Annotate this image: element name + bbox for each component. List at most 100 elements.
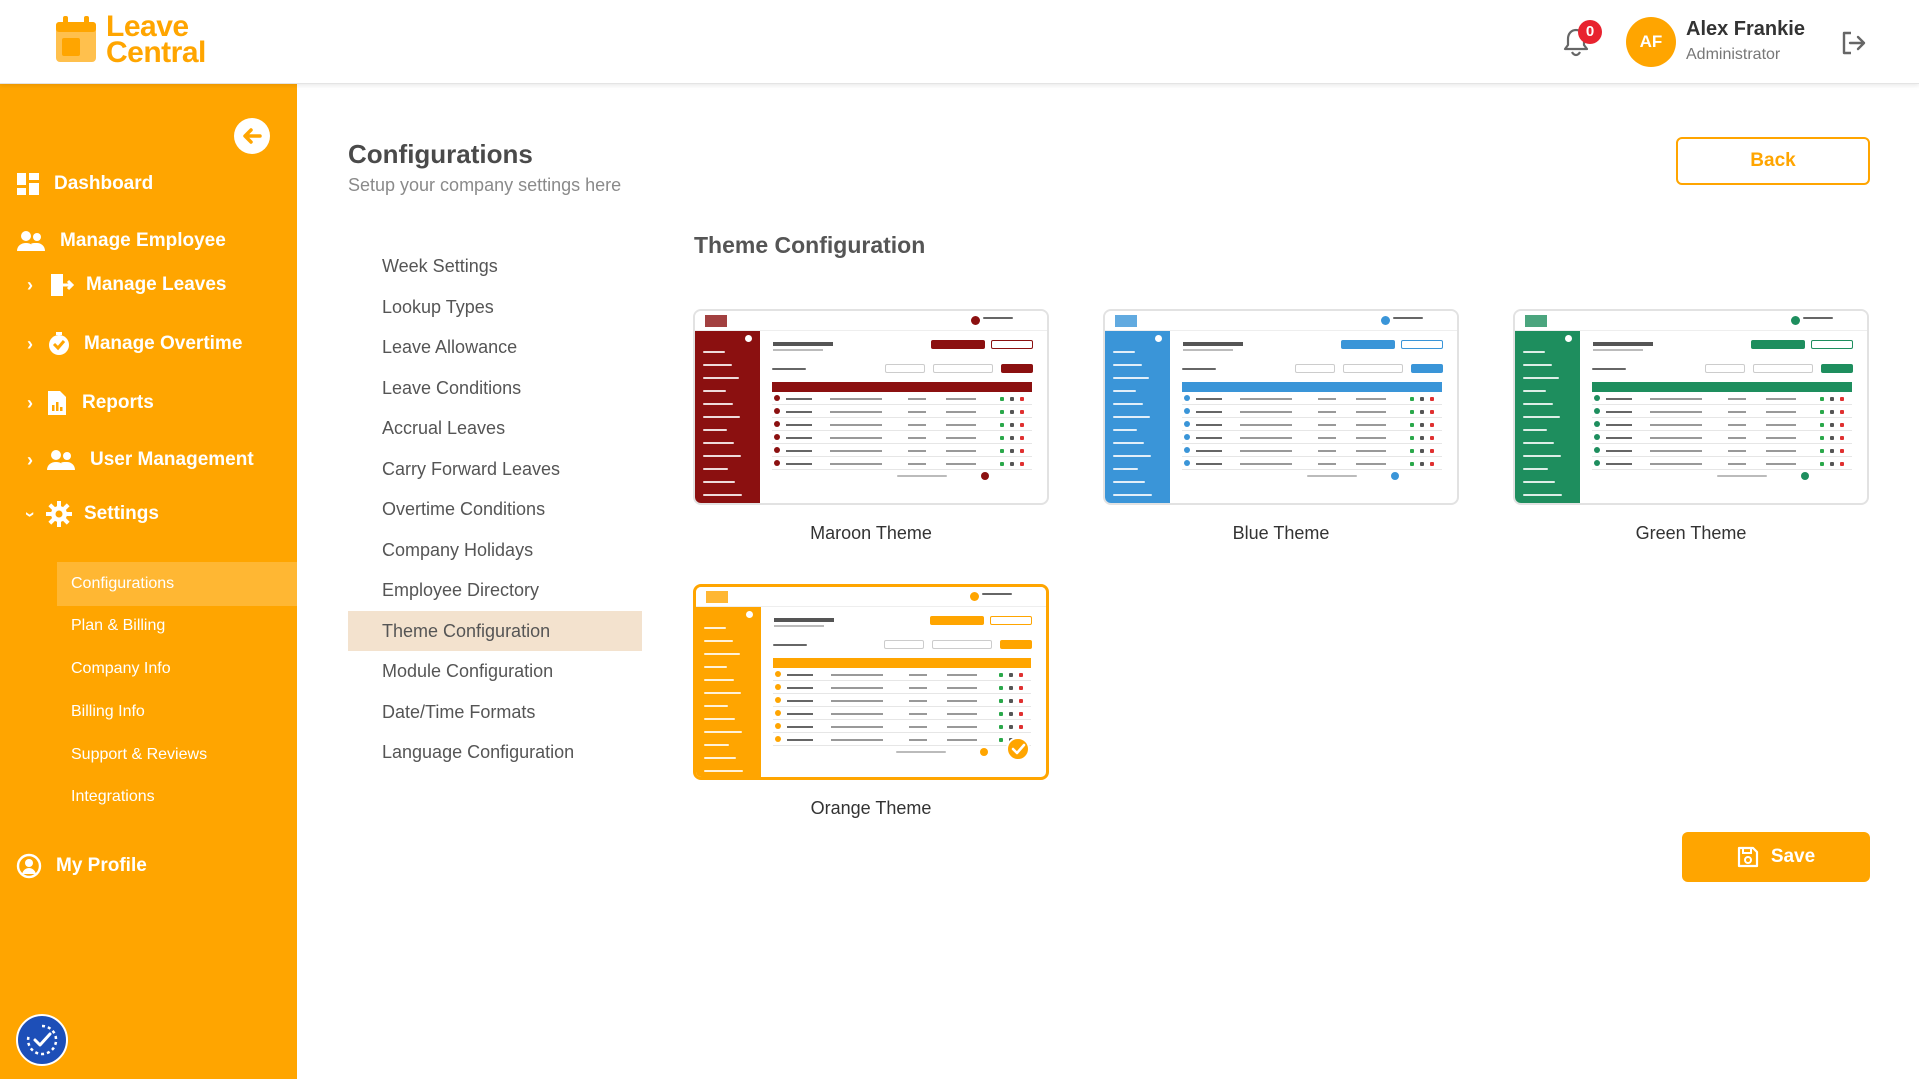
- sidebar-subitem-plan-billing[interactable]: Plan & Billing: [57, 604, 297, 648]
- preview-cell: [1766, 411, 1796, 413]
- sidebar-item-user-management[interactable]: › User Management: [0, 440, 254, 480]
- preview-filter: [1295, 364, 1335, 373]
- config-menu-accrual-leaves[interactable]: Accrual Leaves: [348, 408, 642, 448]
- config-menu-language-configuration[interactable]: Language Configuration: [348, 732, 642, 772]
- preview-all-employees: [1182, 368, 1216, 370]
- config-menu-carry-forward-leaves[interactable]: Carry Forward Leaves: [348, 449, 642, 489]
- preview-cell: [830, 424, 882, 426]
- preview-search: [932, 640, 992, 649]
- preview-nav-line: [1523, 481, 1555, 483]
- preview-subtitle: [1183, 349, 1233, 351]
- preview-edit-icon: [1830, 423, 1834, 427]
- preview-collapse: [746, 611, 753, 618]
- preview-row-avatar: [1184, 460, 1190, 466]
- sidebar-subitem-configurations[interactable]: Configurations: [57, 562, 297, 606]
- preview-edit-icon: [1420, 397, 1424, 401]
- sidebar-subitem-company-info[interactable]: Company Info: [57, 647, 297, 691]
- theme-card-maroon[interactable]: [693, 309, 1049, 505]
- preview-cell: [947, 700, 977, 702]
- config-menu-company-holidays[interactable]: Company Holidays: [348, 530, 642, 570]
- preview-avatar: [971, 316, 980, 325]
- chevron-right-icon: ›: [27, 392, 33, 413]
- theme-card-blue[interactable]: [1103, 309, 1459, 505]
- theme-card-green[interactable]: [1513, 309, 1869, 505]
- preview-nav-line: [1523, 429, 1547, 431]
- preview-cell: [787, 713, 813, 715]
- config-menu-leave-allowance[interactable]: Leave Allowance: [348, 327, 642, 367]
- preview-header: [696, 587, 1046, 607]
- preview-cell: [908, 424, 926, 426]
- preview-cell: [1356, 424, 1386, 426]
- preview-search-button: [1000, 640, 1032, 649]
- sidebar-subitem-billing-info[interactable]: Billing Info: [57, 690, 297, 734]
- preview-delete-icon: [1840, 410, 1844, 414]
- config-menu-theme-configuration[interactable]: Theme Configuration: [348, 611, 642, 651]
- config-menu-lookup-types[interactable]: Lookup Types: [348, 287, 642, 327]
- sidebar-subitem-support-reviews[interactable]: Support & Reviews: [57, 733, 297, 777]
- preview-nav-line: [1113, 455, 1151, 457]
- save-button-label: Save: [1770, 846, 1816, 867]
- preview-cell: [1766, 398, 1796, 400]
- preview-view-icon: [999, 712, 1003, 716]
- sidebar-item-reports[interactable]: › Reports: [0, 383, 154, 423]
- preview-cell: [1766, 450, 1796, 452]
- theme-card-orange[interactable]: [693, 584, 1049, 780]
- preview-nav-line: [1523, 403, 1553, 405]
- sidebar-item-my-profile[interactable]: My Profile: [16, 846, 147, 886]
- preview-cell: [946, 411, 976, 413]
- preview-table-row: [1592, 393, 1852, 405]
- preview-row-avatar: [774, 460, 780, 466]
- app-logo[interactable]: Leave Central: [54, 12, 206, 68]
- sidebar-item-settings[interactable]: › Settings: [0, 494, 159, 534]
- leave-icon: [51, 274, 74, 296]
- report-icon: [48, 391, 66, 415]
- preview-delete-icon: [1430, 436, 1434, 440]
- preview-cell: [1766, 463, 1796, 465]
- preview-delete-icon: [1430, 462, 1434, 466]
- config-menu-employee-directory[interactable]: Employee Directory: [348, 570, 642, 610]
- sidebar-item-dashboard[interactable]: Dashboard: [16, 164, 153, 204]
- preview-edit-icon: [1009, 725, 1013, 729]
- preview-edit-icon: [1010, 436, 1014, 440]
- preview-page-dot: [1801, 472, 1809, 480]
- config-menu-module-configuration[interactable]: Module Configuration: [348, 651, 642, 691]
- sidebar-item-label: User Management: [90, 449, 254, 470]
- sidebar-item-label: Manage Employee: [60, 230, 226, 251]
- sidebar-item-manage-leaves[interactable]: › Manage Leaves: [0, 265, 226, 305]
- help-button[interactable]: [16, 1014, 68, 1066]
- preview-nav-line: [1113, 351, 1135, 353]
- sidebar-subitem-integrations[interactable]: Integrations: [57, 775, 297, 819]
- preview-delete-icon: [1020, 462, 1024, 466]
- selected-check-icon: [1006, 737, 1030, 761]
- config-menu-week-settings[interactable]: Week Settings: [348, 246, 642, 286]
- preview-table-row: [1592, 406, 1852, 418]
- preview-table-row: [773, 734, 1031, 746]
- preview-add-button: [1751, 340, 1805, 349]
- collapse-sidebar-button[interactable]: [234, 118, 270, 154]
- preview-nav-line: [704, 679, 734, 681]
- preview-table-row: [772, 445, 1032, 457]
- preview-nav-line: [1523, 416, 1560, 418]
- preview-delete-icon: [1840, 397, 1844, 401]
- preview-cell: [908, 398, 926, 400]
- logout-icon[interactable]: [1839, 29, 1867, 57]
- preview-delete-icon: [1430, 449, 1434, 453]
- preview-edit-icon: [1009, 712, 1013, 716]
- back-button[interactable]: Back: [1676, 137, 1870, 185]
- preview-nav-line: [1113, 442, 1144, 444]
- user-avatar[interactable]: AF: [1626, 17, 1676, 67]
- preview-cell: [1606, 424, 1632, 426]
- config-menu-overtime-conditions[interactable]: Overtime Conditions: [348, 489, 642, 529]
- preview-nav-line: [703, 351, 725, 353]
- config-menu-date-time-formats[interactable]: Date/Time Formats: [348, 692, 642, 732]
- preview-cell: [1318, 450, 1336, 452]
- sidebar-item-manage-employee[interactable]: Manage Employee: [16, 221, 226, 261]
- sidebar: Dashboard Manage Employee › Manage Leave…: [0, 84, 297, 1079]
- sidebar-item-manage-overtime[interactable]: › Manage Overtime: [0, 324, 242, 364]
- preview-view-icon: [999, 725, 1003, 729]
- save-button[interactable]: Save: [1682, 832, 1870, 882]
- preview-table-row: [1182, 406, 1442, 418]
- config-menu-leave-conditions[interactable]: Leave Conditions: [348, 368, 642, 408]
- preview-avatar: [1791, 316, 1800, 325]
- preview-view-icon: [999, 686, 1003, 690]
